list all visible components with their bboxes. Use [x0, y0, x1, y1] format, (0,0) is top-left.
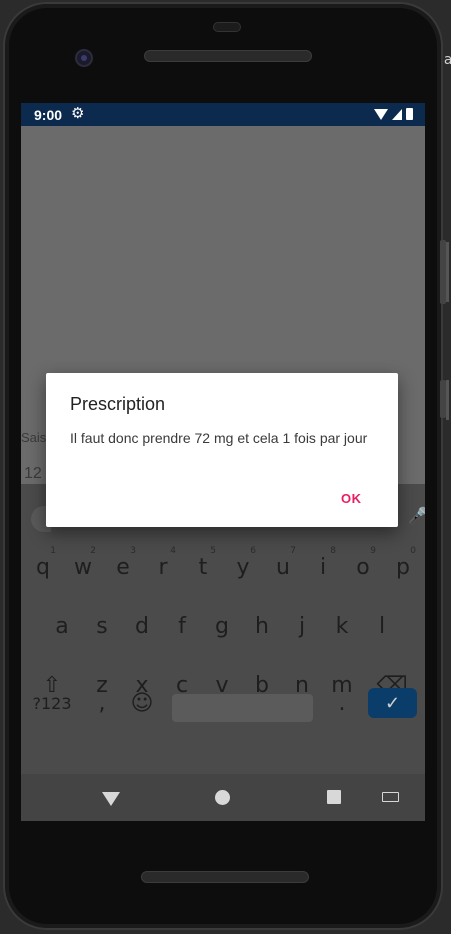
period-key[interactable]: .: [322, 680, 362, 726]
key-e[interactable]: e3: [103, 544, 143, 590]
key-k[interactable]: k: [322, 603, 362, 649]
dialog-message: Il faut donc prendre 72 mg et cela 1 foi…: [70, 430, 368, 446]
status-icons: [374, 108, 413, 120]
key-r[interactable]: r4: [143, 544, 183, 590]
key-label: q: [36, 554, 50, 580]
key-g[interactable]: g: [202, 603, 242, 649]
key-h[interactable]: h: [242, 603, 282, 649]
check-icon[interactable]: ✓: [368, 688, 417, 718]
key-hint: 1: [50, 546, 56, 556]
key-label: r: [158, 554, 168, 580]
battery-icon: [406, 108, 413, 120]
key-label: w: [74, 554, 92, 580]
front-camera-icon: [75, 49, 93, 67]
navigation-bar: [21, 774, 425, 821]
key-label: o: [356, 554, 370, 580]
key-p[interactable]: p0: [383, 544, 423, 590]
dosage-input[interactable]: 12: [24, 465, 42, 483]
key-d[interactable]: d: [122, 603, 162, 649]
key-f[interactable]: f: [162, 603, 202, 649]
key-hint: 7: [290, 546, 296, 556]
key-w[interactable]: w2: [63, 544, 103, 590]
status-time: 9:00: [34, 107, 63, 123]
phone-earpiece: [144, 50, 312, 62]
key-y[interactable]: y6: [223, 544, 263, 590]
key-o[interactable]: o9: [343, 544, 383, 590]
space-bar[interactable]: [172, 694, 313, 722]
key-label: t: [198, 554, 208, 580]
phone-screen: 9:00 ⚙ Sais 12 🎤 q1w2e3r4t5y6u7i8o9p0 as…: [21, 103, 425, 821]
key-j[interactable]: j: [282, 603, 322, 649]
emoji-icon[interactable]: ☺: [122, 680, 162, 726]
key-hint: 4: [170, 546, 176, 556]
phone-power-button[interactable]: [440, 240, 446, 304]
phone-volume-button[interactable]: [440, 380, 446, 418]
key-i[interactable]: i8: [303, 544, 343, 590]
phone-speaker: [141, 871, 309, 883]
back-icon[interactable]: [102, 792, 120, 806]
key-u[interactable]: u7: [263, 544, 303, 590]
key-label: e: [116, 554, 130, 580]
key-hint: 0: [410, 546, 416, 556]
key-label: i: [319, 554, 327, 580]
key-a[interactable]: a: [42, 603, 82, 649]
keyboard-switch-icon[interactable]: [382, 792, 399, 802]
key-label: u: [276, 554, 290, 580]
key-s[interactable]: s: [82, 603, 122, 649]
dialog-title: Prescription: [70, 394, 166, 414]
prescription-dialog: Prescription Il faut donc prendre 72 mg …: [46, 373, 398, 527]
signal-icon: [392, 108, 402, 120]
phone-sensor: [213, 22, 241, 32]
soft-keyboard: 🎤 q1w2e3r4t5y6u7i8o9p0 asdfghjkl ⇧ ⌫ zxc…: [21, 484, 425, 774]
key-l[interactable]: l: [362, 603, 402, 649]
key-hint: 6: [250, 546, 256, 556]
recents-icon[interactable]: [327, 790, 341, 804]
key-label: y: [236, 554, 250, 580]
ok-button[interactable]: OK: [341, 491, 362, 506]
comma-key[interactable]: ,: [82, 680, 122, 726]
key-hint: 8: [330, 546, 336, 556]
wifi-icon: [374, 108, 388, 120]
input-label: Sais: [21, 430, 47, 445]
key-hint: 3: [130, 546, 136, 556]
key-q[interactable]: q1: [23, 544, 63, 590]
home-icon[interactable]: [215, 790, 230, 805]
key-hint: 2: [90, 546, 96, 556]
mic-icon[interactable]: 🎤: [408, 506, 425, 526]
host-scrollbar: [446, 380, 449, 420]
status-bar: 9:00 ⚙: [21, 103, 425, 126]
symbols-key[interactable]: ?123: [32, 680, 72, 726]
key-hint: 9: [370, 546, 376, 556]
host-scrollbar: [446, 242, 449, 302]
key-label: p: [396, 554, 410, 580]
key-hint: 5: [210, 546, 216, 556]
key-t[interactable]: t5: [183, 544, 223, 590]
gear-icon: ⚙: [71, 105, 85, 122]
emulator-host-window: la 9:00 ⚙ Sais 12 🎤 q1w2e3r4t5y6u7i: [0, 0, 451, 934]
